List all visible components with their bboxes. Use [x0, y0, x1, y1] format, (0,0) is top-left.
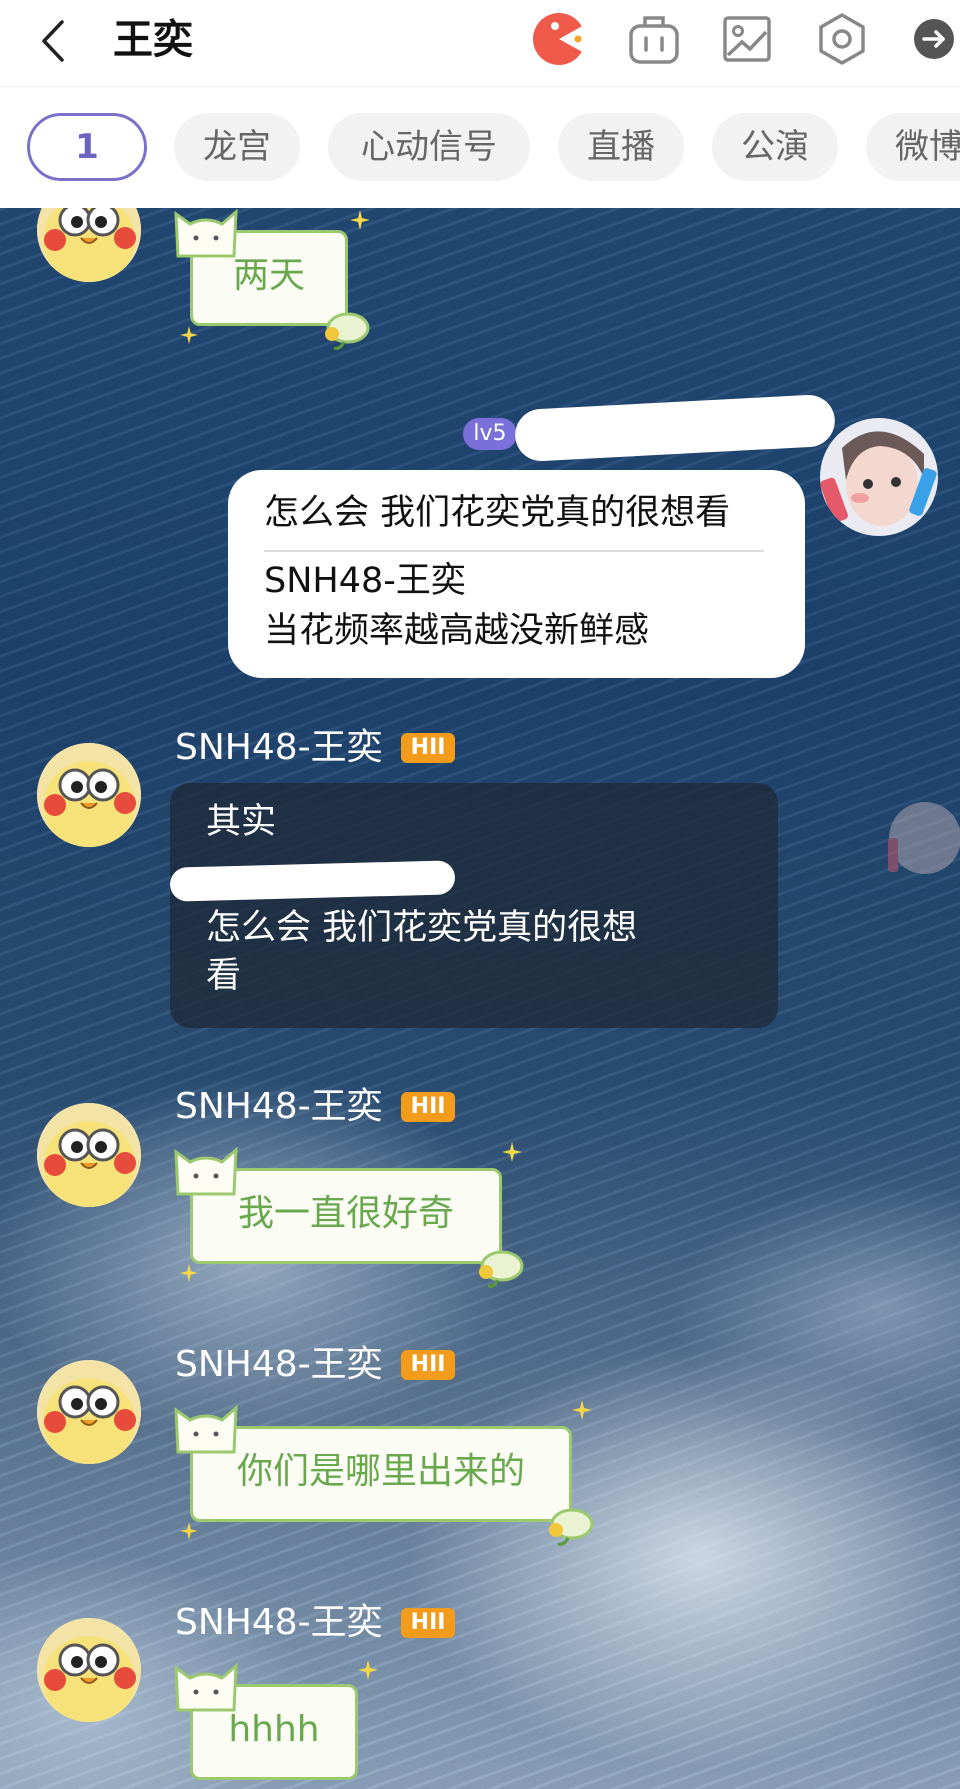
- message-header: SNH48-王奕 HII: [175, 1598, 456, 1648]
- sprout-sticker-icon: [479, 1250, 524, 1288]
- back-icon[interactable]: [34, 16, 74, 66]
- quoted-text: 看: [206, 956, 242, 996]
- faded-avatar: [888, 802, 960, 874]
- avatar[interactable]: [37, 1618, 141, 1722]
- page-title: 王奕: [113, 17, 193, 63]
- message-text: 当花频率越高越没新鲜感: [264, 611, 650, 651]
- share-arrow-icon[interactable]: [908, 10, 960, 68]
- tab-zhibo[interactable]: 直播: [558, 113, 684, 181]
- sparkle-icon: [180, 1264, 198, 1282]
- username[interactable]: SNH48-王奕: [175, 1082, 383, 1132]
- tab-1[interactable]: 1: [27, 113, 147, 181]
- sparkle-icon: [502, 1142, 522, 1162]
- level-badge: lv5: [463, 418, 517, 450]
- sprout-sticker-icon: [549, 1508, 594, 1546]
- quoted-text: 怎么会 我们花奕党真的很想: [206, 908, 638, 948]
- quoted-author: SNH48-王奕: [264, 561, 466, 601]
- member-badge: HII: [400, 1608, 456, 1638]
- quote-divider: [264, 550, 764, 552]
- message-header: SNH48-王奕 HII: [175, 723, 456, 773]
- avatar[interactable]: [37, 743, 141, 847]
- message-header: SNH48-王奕 HII: [175, 1082, 456, 1132]
- username[interactable]: SNH48-王奕: [175, 1598, 383, 1648]
- cat-sticker-icon: [174, 1404, 238, 1454]
- cat-sticker-icon: [174, 1146, 238, 1196]
- member-badge: HII: [400, 733, 456, 763]
- member-badge: HII: [400, 1350, 456, 1380]
- sparkle-icon: [180, 326, 198, 344]
- reply-message-bubble[interactable]: 其实 怎么会 我们花奕党真的很想 看: [170, 783, 778, 1028]
- avatar[interactable]: [820, 418, 938, 536]
- quoted-text: 怎么会 我们花奕党真的很想看: [264, 493, 731, 533]
- cat-sticker-icon: [174, 1662, 238, 1712]
- avatar[interactable]: [37, 208, 141, 282]
- member-badge: HII: [400, 1092, 456, 1122]
- settings-hexagon-icon[interactable]: [813, 10, 871, 68]
- redacted-username: [513, 393, 837, 463]
- tab-bar: 1 龙宫 心动信号 直播 公演 微博: [0, 87, 960, 208]
- gallery-image-icon[interactable]: [718, 10, 776, 68]
- sparkle-icon: [572, 1400, 592, 1420]
- tab-longgong[interactable]: 龙宫: [174, 113, 300, 181]
- cat-sticker-icon: [174, 208, 238, 258]
- chat-area[interactable]: 两天 lv5 怎么会 我们花奕党真的很想看 SNH48-王奕 当花频率越高越没新…: [0, 208, 960, 1789]
- game-pacman-icon[interactable]: [530, 10, 588, 68]
- username[interactable]: SNH48-王奕: [175, 1340, 383, 1390]
- sparkle-icon: [358, 1660, 378, 1680]
- username[interactable]: SNH48-王奕: [175, 723, 383, 773]
- top-bar: 王奕: [0, 0, 960, 87]
- reply-message-bubble[interactable]: 怎么会 我们花奕党真的很想看 SNH48-王奕 当花频率越高越没新鲜感: [228, 470, 805, 678]
- gift-bag-icon[interactable]: [625, 10, 683, 68]
- sparkle-icon: [350, 210, 370, 230]
- message-text: 其实: [206, 802, 277, 842]
- avatar[interactable]: [37, 1360, 141, 1464]
- tab-weibo[interactable]: 微博: [866, 113, 960, 181]
- tab-xindong-xinhao[interactable]: 心动信号: [328, 113, 530, 181]
- sprout-sticker-icon: [325, 312, 370, 350]
- sticker-message[interactable]: 你们是哪里出来的: [190, 1426, 572, 1522]
- avatar[interactable]: [37, 1103, 141, 1207]
- tab-gongyan[interactable]: 公演: [712, 113, 838, 181]
- sparkle-icon: [180, 1522, 198, 1540]
- message-header: SNH48-王奕 HII: [175, 1340, 456, 1390]
